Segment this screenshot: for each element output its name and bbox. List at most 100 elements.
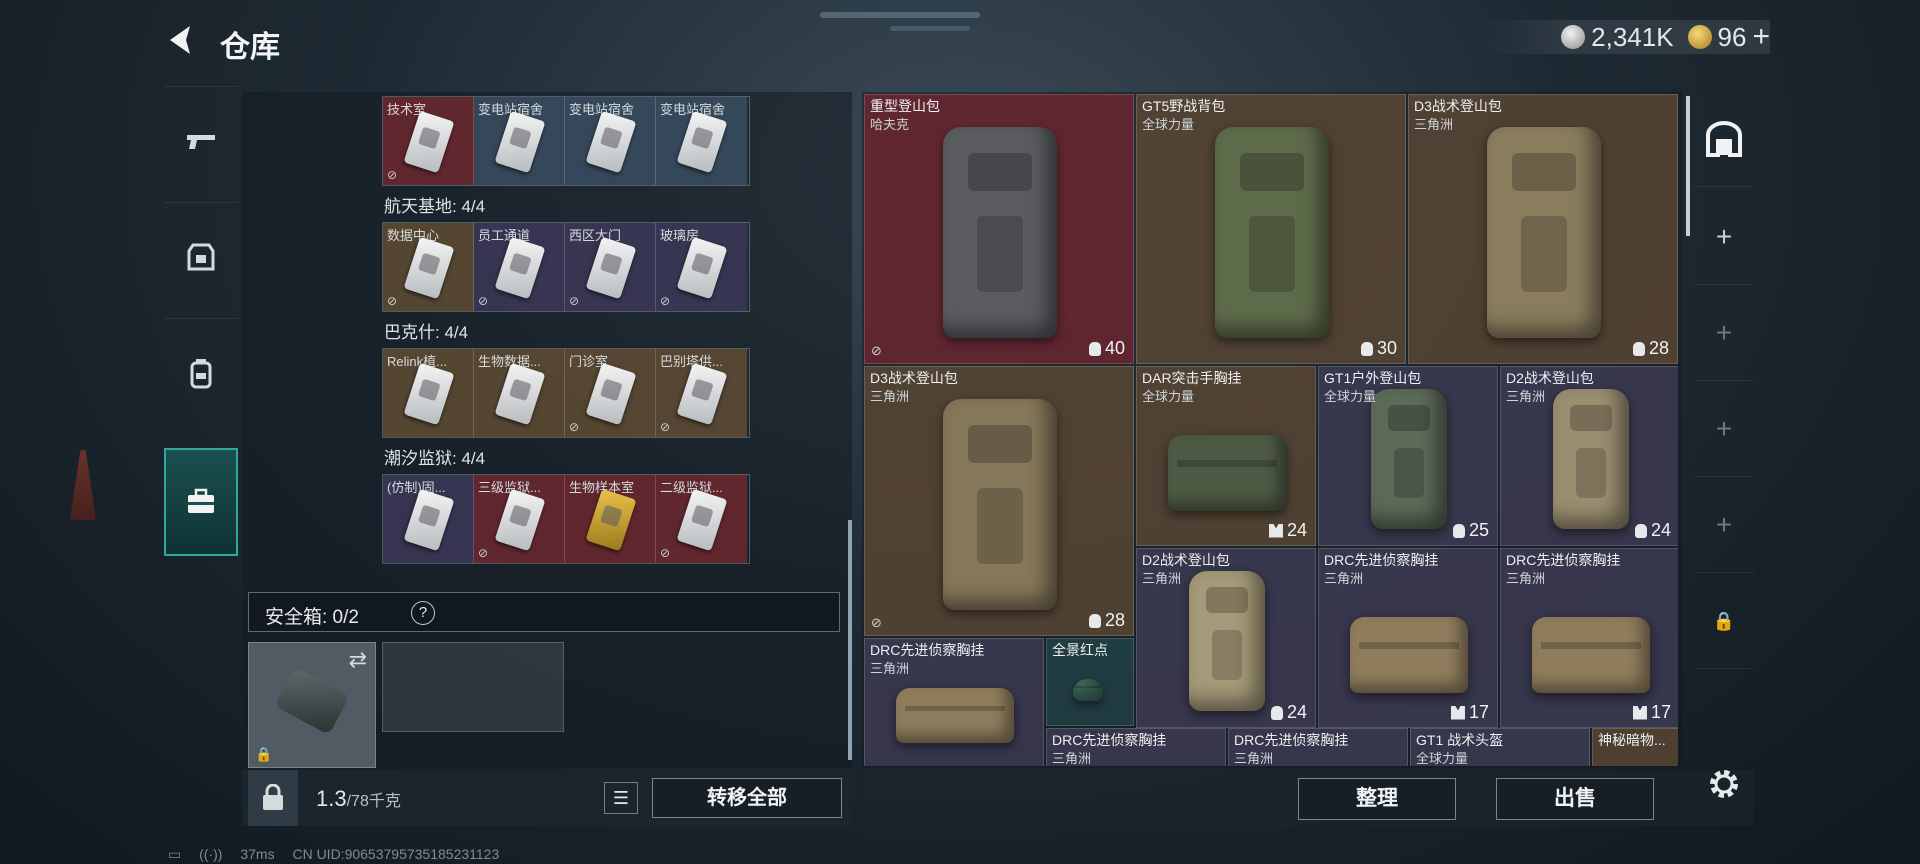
transfer-all-button[interactable]: 转移全部 [652,778,842,818]
no-trade-icon: ⊘ [871,615,882,630]
inventory-item[interactable]: D2战术登山包 三角洲 24 [1500,366,1678,546]
item-capacity: 28 [1088,610,1125,631]
capacity-value: 28 [1648,338,1669,358]
lock-icon[interactable]: 🔒 [1694,574,1754,669]
chest-rig-image [1167,435,1287,511]
inventory-item[interactable]: D2战术登山包 三角洲 24 [1136,548,1316,728]
back-arrow-icon[interactable] [164,22,200,58]
key-card[interactable]: 员工通道 ⊘ [474,223,565,311]
key-list-scrollbar[interactable] [848,520,852,760]
keycard-image [403,362,455,426]
item-capacity: 17 [1632,702,1671,723]
bag-lock-button[interactable] [248,770,298,826]
item-name: GT5野战背包 [1142,98,1226,114]
item-capacity: 40 [1088,338,1125,359]
key-card[interactable]: 西区大门 ⊘ [565,223,656,311]
lock-icon: 🔒 [255,746,273,762]
ceiling-light [890,26,970,31]
item-capacity: 24 [1268,520,1307,541]
no-trade-icon: ⊘ [569,294,580,308]
tab-keys[interactable] [164,448,238,556]
no-trade-icon: ⊘ [569,420,580,434]
item-name: D2战术登山包 [1506,370,1594,386]
inventory-item[interactable]: 神秘暗物... [1592,728,1678,766]
key-card[interactable]: 数据中心 ⊘ [383,223,474,311]
inventory-item[interactable]: D3战术登山包 三角洲 28 ⊘ [864,366,1134,636]
plus-icon[interactable]: + [1694,286,1754,381]
keycard-image [676,362,728,426]
tab-armor[interactable] [164,202,238,311]
inventory-item[interactable]: DRC先进侦察胸挂 三角洲 [1228,728,1408,766]
item-brand: 全球力量 [1324,389,1377,404]
item-name: DRC先进侦察胸挂 [1234,732,1349,748]
key-card[interactable]: 二级监狱... ⊘ [656,475,747,563]
inventory-item[interactable]: GT5野战背包 全球力量 30 [1136,94,1406,364]
key-card[interactable]: 变电站宿舍 [656,97,747,185]
currency-bar: 2,341K 96 + [1481,20,1770,54]
tab-weapons[interactable] [164,86,238,195]
key-card[interactable]: 三级监狱... ⊘ [474,475,565,563]
key-list[interactable]: 技术室 ⊘ 变电站宿舍 变电站宿舍 变电站宿舍 航天基地: 4/4 数据中心 ⊘ 员… [242,92,842,582]
plus-icon[interactable]: + [1694,478,1754,573]
capacity-value: 40 [1104,338,1125,358]
tab-container-main[interactable] [1694,92,1754,187]
inventory-item[interactable]: 全景红点 [1046,638,1134,726]
add-currency-button[interactable]: + [1752,20,1770,54]
capacity-icon [1088,341,1101,356]
sell-button[interactable]: 出售 [1496,778,1654,820]
gold-currency[interactable]: 96 + [1687,20,1770,54]
capacity-icon [1360,341,1373,356]
weight-display: 1.3/78千克 [316,786,401,812]
gold-amount: 96 [1717,21,1747,52]
swap-icon[interactable]: ⇄ [349,647,367,673]
inventory-item[interactable]: DRC先进侦察胸挂 三角洲 [864,638,1044,766]
inventory-item[interactable]: DRC先进侦察胸挂 三角洲 17 [1318,548,1498,728]
backpack-icon [190,359,212,389]
red-dot-sight-image [1073,679,1103,701]
item-brand: 哈夫克 [870,117,910,132]
key-card[interactable]: (仿制)固... [383,475,474,563]
gear-icon[interactable] [1706,766,1742,802]
capacity-value: 28 [1104,610,1125,630]
key-row: Relink植... 生物数据... 门诊室 ⊘ 巴别塔供... ⊘ [382,348,750,438]
key-card[interactable]: 巴别塔供... ⊘ [656,349,747,437]
capacity-icon [1088,613,1101,628]
list-view-button[interactable]: ☰ [604,782,638,814]
key-card[interactable]: 技术室 ⊘ [383,97,474,185]
item-capacity: 25 [1452,520,1489,541]
inventory-item[interactable]: GT1 战术头盔 全球力量 [1410,728,1590,766]
safe-box-slot-empty[interactable] [382,642,564,732]
key-card[interactable]: 门诊室 ⊘ [565,349,656,437]
inventory-item[interactable]: DAR突击手胸挂 全球力量 24 [1136,366,1316,546]
inventory-item[interactable]: GT1户外登山包 全球力量 25 [1318,366,1498,546]
key-card[interactable]: 变电站宿舍 [565,97,656,185]
inventory-item[interactable]: DRC先进侦察胸挂 三角洲 [1046,728,1226,766]
help-icon[interactable]: ? [411,601,435,625]
backpack-status-bar: 1.3/78千克 ☰ 转移全部 [242,770,852,826]
plus-icon[interactable]: + [1694,190,1754,285]
safe-box-slot[interactable]: ⇄ 🔒 [248,642,376,768]
key-card[interactable]: 变电站宿舍 [474,97,565,185]
plus-icon[interactable]: + [1694,382,1754,477]
inventory-panel: 重型登山包 哈夫克 40 ⊘ GT5野战背包 全球力量 30 D3战术登山包 三角洲 28 D3战术… [862,92,1682,768]
key-card[interactable]: 生物数据... [474,349,565,437]
no-trade-icon: ⊘ [478,546,489,560]
gold-coin-icon [1687,25,1712,49]
capacity-icon [1634,523,1647,538]
tab-backpacks[interactable] [164,318,238,427]
inventory-grid[interactable]: 重型登山包 哈夫克 40 ⊘ GT5野战背包 全球力量 30 D3战术登山包 三角洲 28 D3战术… [864,94,1678,766]
group-label: 航天基地: 4/4 [384,197,486,216]
inventory-item[interactable]: D3战术登山包 三角洲 28 [1408,94,1678,364]
backpack-image [1553,388,1629,529]
inventory-item[interactable]: DRC先进侦察胸挂 三角洲 17 [1500,548,1678,728]
background-traffic-cone [70,450,96,520]
key-card[interactable]: 生物样本室 [565,475,656,563]
inventory-scrollbar[interactable] [1686,96,1690,236]
sort-button[interactable]: 整理 [1298,778,1456,820]
capacity-value: 24 [1286,520,1307,540]
group-label: 巴克什: 4/4 [384,323,469,342]
key-card[interactable]: 玻璃房 ⊘ [656,223,747,311]
key-card[interactable]: Relink植... [383,349,474,437]
inventory-item[interactable]: 重型登山包 哈夫克 40 ⊘ [864,94,1134,364]
backpack-image [943,127,1057,338]
